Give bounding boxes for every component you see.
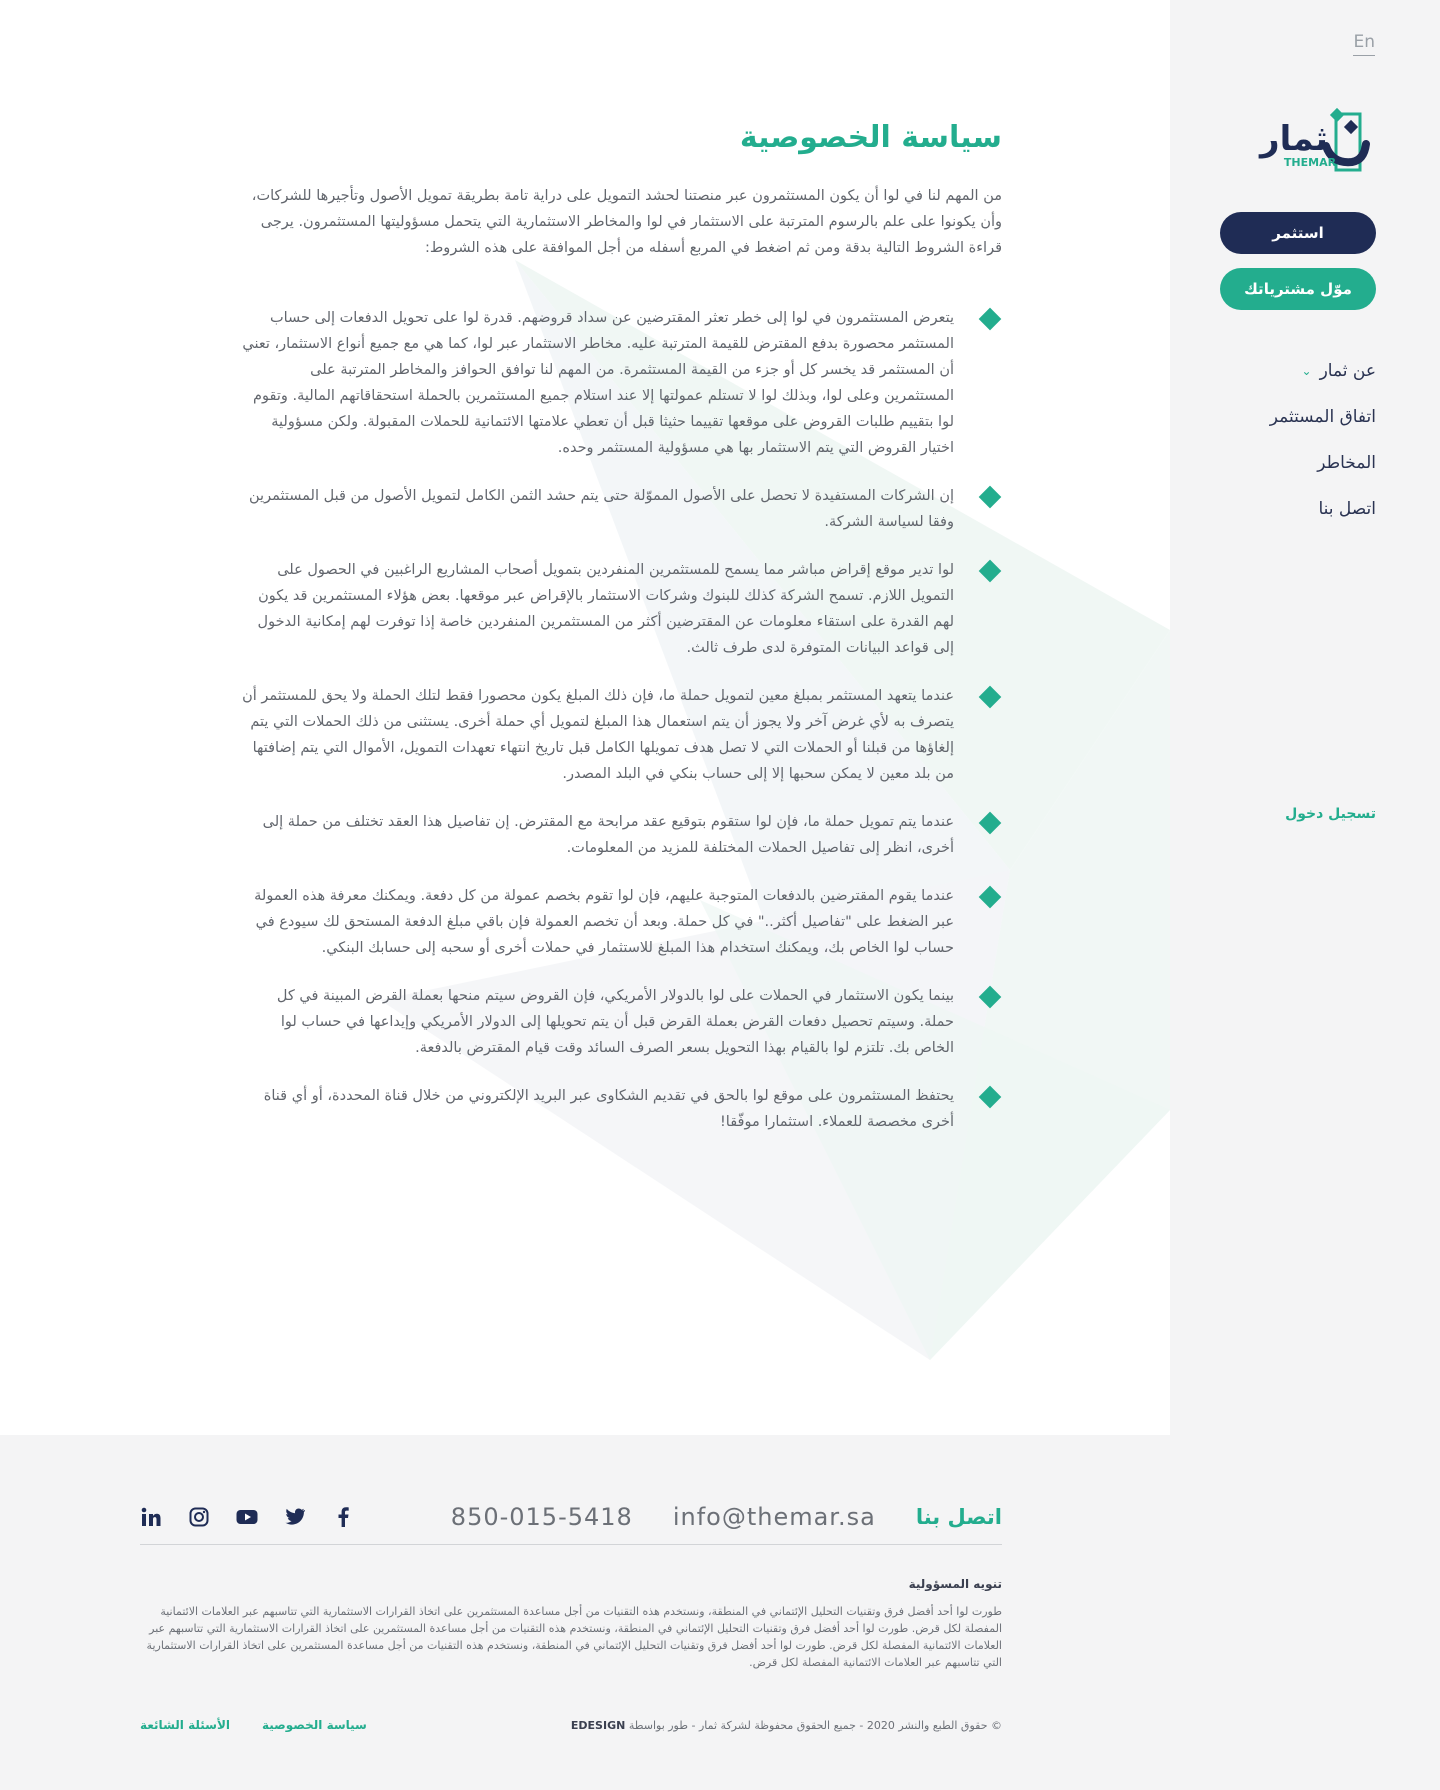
terms-list: يتعرض المستثمرون في لوا إلى خطر تعثر الم… [240,305,1002,1135]
twitter-icon[interactable] [284,1506,306,1528]
list-item: يحتفظ المستثمرون على موقع لوا بالحق في ت… [240,1083,1002,1135]
list-item: لوا تدير موقع إقراض مباشر مما يسمح للمست… [240,557,1002,661]
diamond-bullet-icon [978,811,1002,835]
list-item: بينما يكون الاستثمار في الحملات على لوا … [240,983,1002,1061]
chevron-down-icon: ⌄ [1301,364,1312,378]
list-item: إن الشركات المستفيدة لا تحصل على الأصول … [240,483,1002,535]
footer-links: سياسة الخصوصية الأسئلة الشائعة [140,1718,367,1732]
privacy-content: سياسة الخصوصية من المهم لنا في لوا أن يك… [240,120,1002,1157]
diamond-bullet-icon [978,307,1002,331]
nav-item-label: عن ثمار [1319,361,1376,381]
sidebar: En ثمار THEMAR استثمر موّل مشترياتك عن ث… [1170,0,1440,1435]
diamond-bullet-icon [978,1085,1002,1109]
nav-item-contact[interactable]: اتصل بنا [1196,486,1376,532]
language-toggle[interactable]: En [1353,32,1375,56]
list-item: يتعرض المستثمرون في لوا إلى خطر تعثر الم… [240,305,1002,461]
social-links [140,1506,354,1528]
list-item: عندما يتعهد المستثمر بمبلغ معين لتمويل ح… [240,683,1002,787]
disclaimer-text: طورت لوا أحد أفضل فرق وتقنيات التحليل ال… [146,1605,1002,1669]
privacy-policy-link[interactable]: سياسة الخصوصية [262,1718,367,1732]
footer-divider [140,1544,1002,1545]
diamond-bullet-icon [978,685,1002,709]
invest-button[interactable]: استثمر [1220,212,1376,254]
list-item: عندما يتم تمويل حملة ما، فإن لوا ستقوم ب… [240,809,1002,861]
contact-title: اتصل بنا [915,1505,1002,1529]
linkedin-icon[interactable] [140,1506,162,1528]
nav-item-about[interactable]: عن ثمار ⌄ [1196,348,1377,394]
copyright: © حقوق الطبع والنشر 2020 - جميع الحقوق م… [571,1719,1002,1732]
phone-number[interactable]: 850-015-5418 [451,1503,633,1531]
intro-paragraph: من المهم لنا في لوا أن يكون المستثمرون ع… [251,188,1002,256]
logo-mark-icon: ثمار THEMAR [1258,107,1370,172]
diamond-bullet-icon [978,885,1002,909]
nav-item-risks[interactable]: المخاطر [1196,440,1376,486]
sidebar-nav: عن ثمار ⌄ اتفاق المستثمر المخاطر اتصل بن… [1196,348,1376,532]
list-item: عندما يقوم المقترضين بالدفعات المتوجبة ع… [240,883,1002,961]
copyright-text: © حقوق الطبع والنشر 2020 - جميع الحقوق م… [628,1718,1002,1732]
footer-bottom-row: سياسة الخصوصية الأسئلة الشائعة © حقوق ال… [140,1718,1002,1732]
disclaimer-title: تنويه المسؤولية [908,1577,1002,1591]
footer: 850-015-5418 info@themar.sa اتصل بنا تنو… [0,1435,1440,1790]
facebook-icon[interactable] [332,1506,354,1528]
instagram-icon[interactable] [188,1506,210,1528]
youtube-icon[interactable] [236,1506,258,1528]
fund-purchases-button[interactable]: موّل مشترياتك [1220,268,1376,310]
contact-info: 850-015-5418 info@themar.sa اتصل بنا [451,1503,1002,1531]
diamond-bullet-icon [978,485,1002,509]
diamond-bullet-icon [978,559,1002,583]
contact-row: 850-015-5418 info@themar.sa اتصل بنا [140,1495,1002,1539]
diamond-bullet-icon [978,985,1002,1009]
login-link[interactable]: تسجيل دخول [1285,806,1376,822]
page-title: سياسة الخصوصية [739,120,1002,155]
svg-text:ثمار: ثمار [1258,119,1328,159]
nav-item-label: المخاطر [1317,453,1376,473]
nav-item-label: اتفاق المستثمر [1269,407,1376,427]
designer-credit[interactable]: EDESIGN [571,1719,625,1732]
email-address[interactable]: info@themar.sa [673,1503,876,1531]
svg-text:THEMAR: THEMAR [1284,156,1337,169]
nav-item-investor-agreement[interactable]: اتفاق المستثمر [1196,394,1376,440]
nav-item-label: اتصل بنا [1318,499,1376,519]
themar-logo[interactable]: ثمار THEMAR [1234,104,1374,176]
faq-link[interactable]: الأسئلة الشائعة [140,1718,230,1732]
